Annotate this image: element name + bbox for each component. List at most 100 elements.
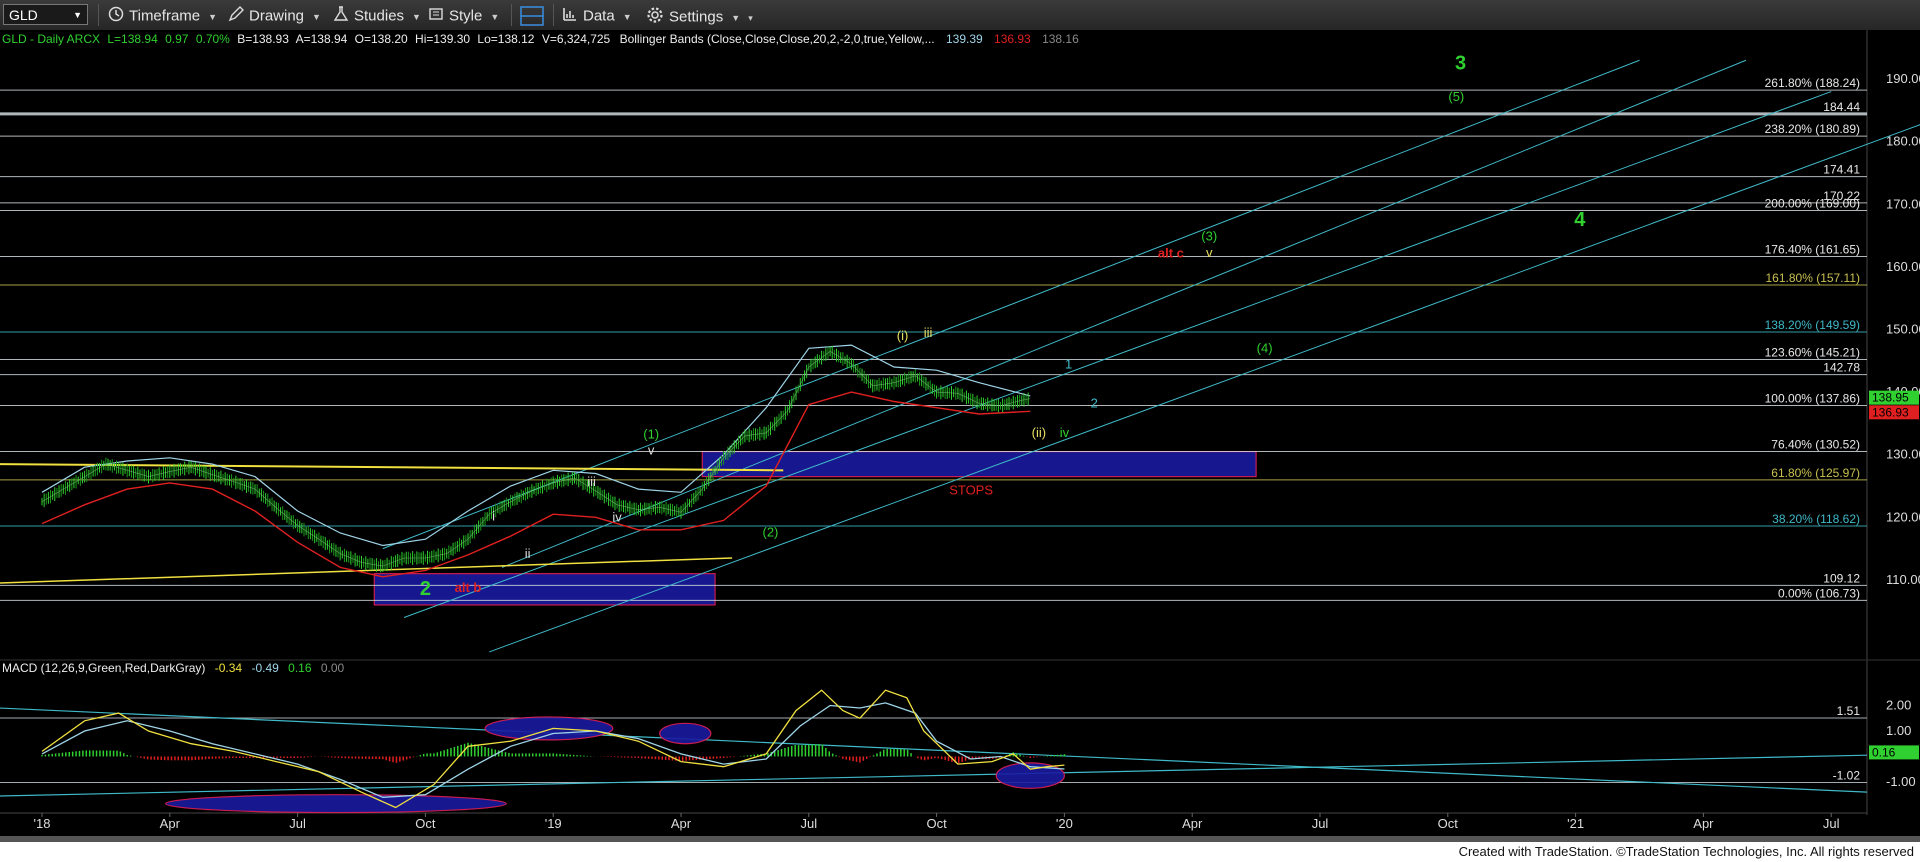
level-label: 161.80% (157.11)	[1765, 271, 1860, 285]
level-label: 76.40% (130.52)	[1771, 437, 1860, 451]
header-bb-upper: 139.39	[946, 32, 983, 46]
footer-copyright: Created with TradeStation. ©TradeStation…	[1458, 844, 1914, 859]
gear-icon	[646, 6, 664, 29]
wave-label: iv	[1060, 425, 1070, 440]
wave-label: iii	[587, 474, 596, 489]
level-label: 100.00% (137.86)	[1765, 391, 1860, 405]
footer: Created with TradeStation. ©TradeStation…	[0, 842, 1920, 862]
style-button[interactable]: Style ▼	[428, 6, 499, 24]
time-tick-label: Jul	[1312, 816, 1329, 831]
last-price-tag-label: 138.95	[1872, 391, 1909, 405]
time-tick-label: '20	[1056, 816, 1073, 831]
wave-label: (4)	[1257, 341, 1273, 356]
candlestick-style-icon	[428, 6, 444, 27]
symbol-selector[interactable]: GLD ▼	[3, 4, 88, 25]
level-label: 142.78	[1823, 361, 1860, 375]
price-tick-label: 160.00	[1886, 259, 1920, 274]
header-percent: 0.70%	[196, 32, 230, 46]
header-high: Hi=139.30	[415, 32, 470, 46]
time-tick-label: Oct	[926, 816, 947, 831]
level-label: 123.60% (145.21)	[1765, 345, 1860, 359]
macd-highlight-ellipse	[484, 716, 614, 741]
macd-highlight-ellipse	[659, 722, 712, 745]
symbol-label: GLD	[9, 7, 38, 23]
style-label: Style	[449, 7, 483, 25]
level-label: 176.40% (161.65)	[1765, 243, 1860, 257]
caret-down-icon: ▼	[731, 13, 741, 24]
toolbar: GLD ▼ Timeframe ▼ Drawing ▼ Studies ▼ Style…	[0, 0, 1920, 31]
layout-toggle-button[interactable]	[520, 6, 549, 26]
wave-label: (i)	[897, 328, 909, 343]
time-tick-label: Apr	[160, 816, 181, 831]
macd-highlight-ellipse	[164, 794, 507, 814]
header-open: O=138.20	[355, 32, 408, 46]
wave-label: (5)	[1448, 89, 1464, 104]
macd-tick-label: -1.00	[1886, 774, 1916, 789]
header-volume: V=6,324,725	[542, 32, 611, 46]
toolbar-divider	[98, 4, 99, 26]
level-label: 38.20% (118.62)	[1772, 512, 1860, 526]
wave-label: iii	[924, 325, 933, 340]
studies-label: Studies	[354, 7, 405, 25]
wave-label: (ii)	[1032, 425, 1046, 440]
time-tick-label: '19	[545, 816, 562, 831]
chart-area[interactable]: GLD - Daily ARCX L=138.94 0.97 0.70% B=1…	[0, 30, 1920, 840]
header-last: L=138.94	[107, 32, 158, 46]
time-tick-label: Apr	[1182, 816, 1203, 831]
toolbar-divider	[511, 4, 512, 26]
header-bb-mid: 138.16	[1042, 32, 1079, 46]
time-tick-label: '21	[1567, 816, 1584, 831]
header-bb-study: Bollinger Bands (Close,Close,Close,20,2,…	[620, 32, 935, 46]
toolbar-divider	[553, 4, 554, 26]
chevron-down-icon: ▼	[73, 10, 82, 20]
time-tick-label: Oct	[415, 816, 436, 831]
settings-button[interactable]: Settings ▼ ▾	[646, 6, 753, 25]
time-tick-label: '18	[34, 816, 51, 831]
clock-icon	[108, 6, 124, 27]
wave-label: 4	[1574, 209, 1586, 231]
studies-button[interactable]: Studies ▼	[333, 6, 421, 24]
macd-header: MACD (12,26,9,Green,Red,DarkGray) -0.34 …	[2, 661, 345, 675]
price-tick-label: 170.00	[1886, 196, 1920, 211]
time-tick-label: Jul	[1823, 816, 1840, 831]
wave-label: alt b	[455, 580, 482, 595]
wave-label: 1	[1065, 356, 1072, 371]
timeframe-label: Timeframe	[129, 7, 201, 25]
zone-label: STOPS	[949, 483, 993, 498]
level-label: 261.80% (188.24)	[1765, 76, 1860, 90]
chart-background	[0, 30, 1920, 840]
price-tick-label: 130.00	[1886, 447, 1920, 462]
overflow-caret-icon: ▾	[748, 13, 753, 24]
wave-label: alt c	[1158, 245, 1184, 260]
level-label: 200.00% (169.00)	[1765, 197, 1860, 211]
data-button[interactable]: Data ▼	[562, 6, 632, 24]
support-zone	[701, 450, 1257, 478]
time-tick-label: Jul	[800, 816, 817, 831]
data-label: Data	[583, 7, 615, 25]
macd-title: MACD (12,26,9,Green,Red,DarkGray)	[2, 661, 205, 675]
timeframe-button[interactable]: Timeframe ▼	[108, 6, 217, 24]
caret-down-icon: ▼	[490, 12, 500, 23]
level-label: 238.20% (180.89)	[1765, 122, 1860, 136]
header-title: GLD - Daily ARCX	[2, 32, 100, 46]
price-tick-label: 180.00	[1886, 134, 1920, 149]
caret-down-icon: ▼	[412, 12, 421, 23]
caret-down-icon: ▼	[312, 12, 321, 23]
level-label: 174.41	[1823, 163, 1860, 177]
flask-icon	[333, 6, 349, 27]
pencil-icon	[228, 6, 244, 27]
wave-label: v	[1206, 245, 1213, 260]
price-tick-label: 110.00	[1886, 572, 1920, 587]
wave-label: iv	[612, 510, 622, 525]
wave-label: 2	[1091, 396, 1098, 411]
drawing-button[interactable]: Drawing ▼	[228, 6, 321, 24]
price-tick-label: 190.00	[1886, 71, 1920, 86]
layout-icon	[520, 6, 544, 31]
macd-tick-label: 2.00	[1886, 697, 1911, 712]
price-tick-label: 120.00	[1886, 509, 1920, 524]
caret-down-icon: ▼	[208, 12, 218, 23]
time-tick-label: Jul	[289, 816, 306, 831]
drawing-label: Drawing	[249, 7, 305, 25]
wave-label: v	[648, 443, 655, 458]
bar-chart-icon	[562, 6, 578, 27]
